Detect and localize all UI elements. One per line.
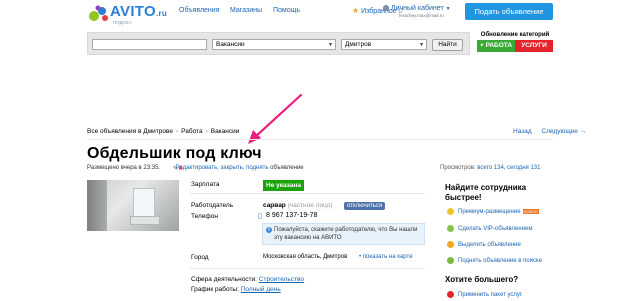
package-icon [447, 291, 454, 298]
chevron-right-icon: → [579, 128, 587, 135]
info-notice: i Пожалуйста, скажите работодателю, что … [262, 223, 425, 245]
employer-type: (частное лицо) [287, 202, 333, 209]
next-link[interactable]: Следующее [541, 128, 577, 135]
sidebar-item-vip[interactable]: Сделать VIP-объявлением [447, 225, 532, 232]
user-icon [383, 5, 389, 12]
views-value[interactable]: всего 134, сегодня 131 [477, 165, 540, 171]
phone-icon: ▯ [258, 213, 262, 220]
city-value: Московская область, Дмитров [263, 254, 348, 260]
nav-shops[interactable]: Магазины [230, 7, 262, 14]
schedule-row: График работы: Полный день [191, 286, 281, 293]
logo-mark-icon [89, 5, 108, 21]
category-update-title: Обновление категорий [480, 32, 550, 38]
divider [87, 139, 553, 140]
search-bar: Вакансии ▼ Дмитров ▼ Найти [87, 32, 470, 55]
ad-photo[interactable] [87, 180, 179, 231]
sidebar-item-raise[interactable]: Поднять объявление в поиске [447, 257, 542, 264]
sidebar-item-premium[interactable]: Премиум-размещение НОВОЕ [447, 208, 539, 215]
breadcrumb: Все объявления в Дмитрове › Работа › Ваканси… [87, 128, 240, 135]
category-update: Обновление категорий + РАБОТА УСЛУГИ [477, 32, 553, 52]
map-pin-icon: • [359, 254, 362, 260]
schedule-label: График работы: [191, 286, 239, 293]
show-on-map-link[interactable]: • показать на карте [359, 254, 413, 260]
posted-date: Размещено вчера в 23:35. [87, 165, 161, 171]
nav-help[interactable]: Помощь [273, 7, 300, 14]
star-icon: ★ [352, 6, 360, 15]
vip-icon [447, 225, 454, 232]
sidebar-title-more: Хотите большего? [445, 275, 519, 284]
views-counter: Просмотров: всего 134, сегодня 131 [440, 165, 540, 171]
highlight-icon [447, 241, 454, 248]
divider [190, 268, 425, 269]
sidebar-item-package[interactable]: Применить пакет услуг [447, 291, 522, 298]
phone-label: Телефон [191, 213, 218, 220]
show-on-map-label: показать на карте [362, 254, 413, 260]
crumb-work[interactable]: Работа [181, 128, 202, 135]
avito-logo[interactable]: AVITO.ru ПОДСКА [88, 3, 168, 25]
info-icon: i [266, 227, 272, 233]
nav-ads[interactable]: Объявления [179, 7, 220, 14]
views-label: Просмотров: [440, 165, 476, 171]
sidebar-item-label: Поднять объявление в поиске [458, 258, 543, 265]
back-link[interactable]: Назад [513, 128, 532, 135]
header: AVITO.ru ПОДСКА Объявления Магазины Помо… [0, 0, 640, 28]
sidebar-item-label: Применить пакет услуг [458, 292, 523, 299]
salary-badge: Не указана [263, 180, 304, 191]
chevron-down-icon: ▼ [419, 42, 424, 48]
ad-title: Обдельшик под ключ [87, 145, 262, 162]
employer-name[interactable]: сарвар [263, 202, 286, 209]
schedule-value[interactable]: Полный день [241, 286, 281, 293]
cabinet-label: Личный кабинет [391, 5, 444, 12]
raise-icon [447, 257, 454, 264]
chevron-down-icon: ▼ [445, 6, 451, 12]
cabinet-email: ferachey.max@mail.ru [399, 13, 444, 18]
services-category-button[interactable]: УСЛУГИ [515, 40, 553, 52]
region-value: Дмитров [345, 41, 372, 48]
logo-text: AVITO.ru [110, 3, 168, 20]
city-label: Город [191, 254, 209, 261]
crumb-vacancies[interactable]: Вакансии [211, 128, 240, 135]
sidebar-item-label: Сделать VIP-объявлением [458, 226, 533, 233]
sidebar-item-label: Премиум-размещение [458, 209, 521, 216]
cabinet-link[interactable]: Личный кабинет ▼ ferachey.max@mail.ru [383, 5, 451, 18]
crumb-all-ads[interactable]: Все объявления в Дмитрове [87, 128, 173, 135]
region-select[interactable]: Дмитров ▼ [341, 39, 427, 50]
phone-number[interactable]: 8 967 137-19-78 [266, 212, 317, 219]
unsubscribe-button[interactable]: отключиться [344, 202, 386, 210]
prev-next-nav: Назад Следующее → [513, 128, 586, 135]
sphere-value[interactable]: Строительство [259, 276, 304, 283]
employer: сарвар (частное лицо) [263, 202, 332, 209]
sidebar-title: Найдите сотрудника быстрее! [445, 183, 527, 202]
photo-radiator [130, 216, 160, 225]
close-icon: ✖ [178, 166, 184, 172]
sphere-row: Сфера деятельности: Строительство [191, 276, 304, 283]
premium-icon [447, 208, 454, 215]
salary-label: Зарплата [191, 181, 220, 188]
logo-subtitle: ПОДСКА [113, 20, 132, 25]
new-badge: НОВОЕ [522, 209, 539, 214]
search-input[interactable] [92, 39, 207, 50]
divider [190, 193, 425, 194]
work-category-button[interactable]: + РАБОТА [477, 40, 515, 52]
sidebar-item-highlight[interactable]: Выделить объявление [447, 241, 521, 248]
category-value: Вакансии [216, 41, 245, 48]
category-select[interactable]: Вакансии ▼ [212, 39, 336, 50]
chevron-down-icon: ▼ [328, 42, 333, 48]
employer-label: Работодатель [191, 202, 234, 209]
post-ad-button[interactable]: Подать объявление [465, 3, 553, 20]
photo-window [133, 188, 155, 218]
photo-wall [87, 180, 107, 231]
sidebar-item-label: Выделить объявление [458, 242, 521, 249]
edit-suffix: объявление [270, 165, 304, 171]
find-button[interactable]: Найти [432, 39, 463, 51]
ad-meta: Размещено вчера в 23:35. ✎✖ Редактироват… [87, 165, 304, 172]
sphere-label: Сфера деятельности: [191, 276, 257, 283]
info-text: Пожалуйста, скажите работодателю, что Вы… [274, 227, 418, 241]
edit-link[interactable]: Редактировать, закрыть, поднять [176, 165, 269, 171]
